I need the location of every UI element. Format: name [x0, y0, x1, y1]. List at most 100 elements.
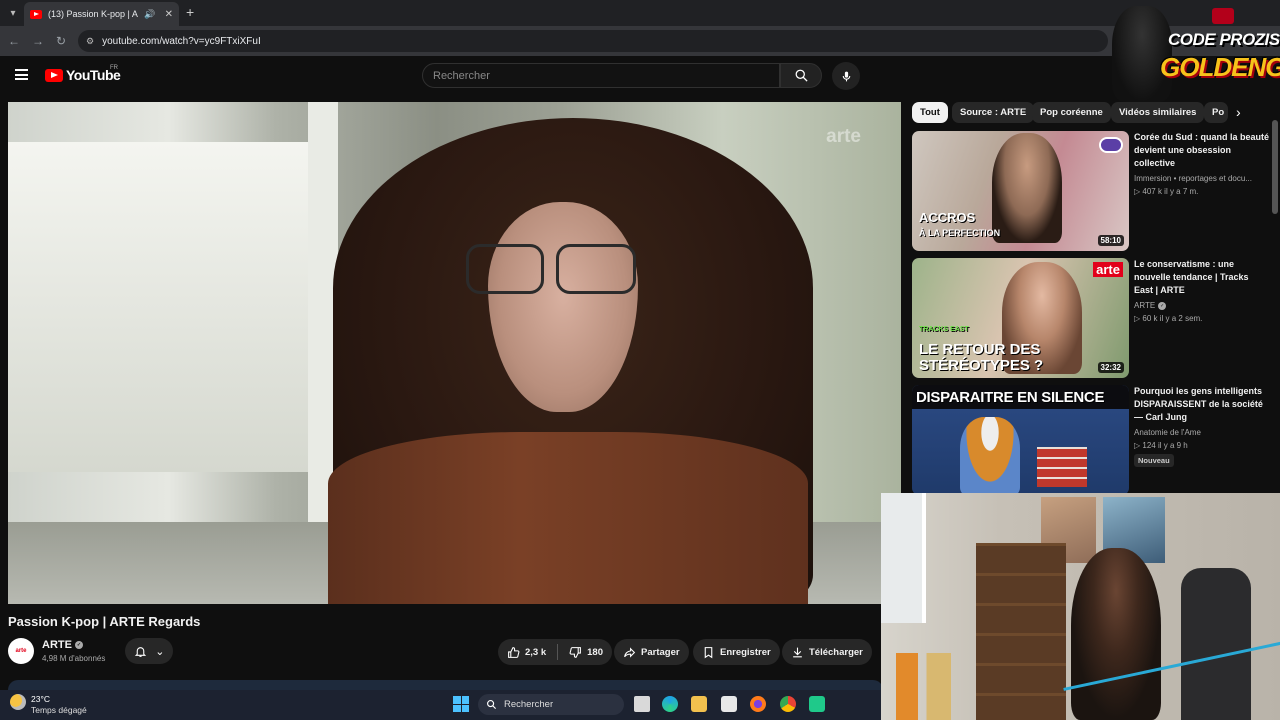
- chevron-right-icon[interactable]: ›: [1236, 104, 1241, 120]
- address-bar-row: ← → ↻ ⚙ youtube.com/watch?v=yc9FTxiXFuI: [0, 26, 1280, 56]
- recommendation-title[interactable]: Le conservatisme : une nouvelle tendance…: [1134, 258, 1269, 297]
- close-tab-icon[interactable]: ✕: [165, 9, 173, 20]
- recommendation-title[interactable]: Corée du Sud : quand la beauté devient u…: [1134, 131, 1269, 170]
- share-label: Partager: [641, 646, 680, 658]
- windows-taskbar: [0, 690, 881, 720]
- save-icon: [704, 646, 713, 658]
- webcam-chair: [1181, 568, 1251, 720]
- webcam-shelf: [976, 543, 1066, 720]
- toggle-icon: [1099, 137, 1123, 153]
- download-label: Télécharger: [809, 646, 863, 658]
- url-field[interactable]: ⚙ youtube.com/watch?v=yc9FTxiXFuI: [78, 30, 1108, 52]
- logo-line1: CODE PROZIS: [1168, 30, 1280, 49]
- logo-crown: [1212, 8, 1234, 24]
- chip-kpop[interactable]: Pop coréenne: [1032, 102, 1111, 123]
- thumbnail-bricks: [1037, 447, 1087, 487]
- chip-similar-videos[interactable]: Vidéos similaires: [1111, 102, 1205, 123]
- recommendation-channel: Anatomie de l'Ame: [1134, 428, 1201, 437]
- new-badge: Nouveau: [1134, 454, 1174, 467]
- weather-temperature[interactable]: 23°C: [31, 694, 50, 704]
- search-placeholder: Rechercher: [433, 69, 490, 82]
- weather-description[interactable]: Temps dégagé: [31, 705, 87, 715]
- taskbar-search[interactable]: Rechercher: [478, 694, 624, 715]
- thumbnail-text: ACCROS: [919, 210, 976, 225]
- chip-truncated[interactable]: Po: [1204, 102, 1228, 123]
- chip-source-arte[interactable]: Source : ARTE: [952, 102, 1035, 123]
- webcam-streamer: [1071, 548, 1161, 720]
- verified-icon: ✓: [1158, 301, 1167, 310]
- site-info-icon[interactable]: ⚙: [86, 36, 94, 47]
- recommendation-stats: ▷ 60 k il y a 2 sem.: [1134, 314, 1203, 323]
- video-person-glasses-right: [556, 244, 636, 294]
- thumbnail-skeleton: [960, 417, 1020, 495]
- search-button[interactable]: [780, 63, 822, 88]
- scrollbar[interactable]: [1272, 120, 1278, 214]
- filter-chips: Tout Source : ARTE Pop coréenne Vidéos s…: [912, 102, 1252, 124]
- windows-start-icon[interactable]: [453, 696, 469, 712]
- bell-icon: [134, 646, 146, 657]
- firefox-icon[interactable]: [750, 696, 766, 712]
- recommendation-item[interactable]: ACCROS À LA PERFECTION 58:10 Corée du Su…: [912, 131, 1272, 251]
- dislike-button[interactable]: 180: [569, 646, 603, 659]
- channel-name-text: ARTE: [42, 639, 72, 651]
- recommendation-item[interactable]: DISPARAITRE EN SILENCE Pourquoi les gens…: [912, 385, 1272, 495]
- video-person-sweater: [328, 432, 808, 604]
- edge-icon[interactable]: [662, 696, 678, 712]
- task-view-icon[interactable]: [634, 696, 650, 712]
- speaker-icon[interactable]: 🔊: [144, 9, 155, 20]
- voice-search-button[interactable]: [832, 62, 860, 90]
- chrome-icon[interactable]: [780, 696, 796, 712]
- share-icon: [624, 646, 636, 658]
- new-tab-button[interactable]: +: [186, 4, 194, 20]
- youtube-play-icon: [45, 68, 63, 82]
- video-title: Passion K-pop | ARTE Regards: [8, 614, 201, 629]
- recommendation-thumbnail[interactable]: arte TRACKS EAST LE RETOUR DES STÉRÉOTYP…: [912, 258, 1129, 378]
- chip-all[interactable]: Tout: [912, 102, 948, 123]
- recommendation-channel: ARTE ✓: [1134, 301, 1167, 310]
- search-icon: [795, 69, 808, 82]
- video-duration: 58:10: [1097, 235, 1124, 246]
- video-player[interactable]: arte arte: [8, 102, 901, 604]
- arte-watermark: arte: [826, 126, 861, 147]
- recommendation-thumbnail[interactable]: ACCROS À LA PERFECTION 58:10: [912, 131, 1129, 251]
- like-button[interactable]: 2,3 k: [507, 646, 546, 659]
- like-count: 2,3 k: [525, 646, 547, 658]
- webcam-window: [881, 493, 926, 623]
- logo-line2: GOLDENG: [1160, 52, 1280, 82]
- notifications-button[interactable]: ⌄: [125, 638, 173, 664]
- mic-icon: [842, 71, 850, 81]
- save-button[interactable]: Enregistrer: [693, 639, 780, 665]
- weather-icon[interactable]: [10, 694, 26, 710]
- dislike-icon: [569, 646, 582, 658]
- recommendation-channel: Immersion • reportages et docu...: [1134, 174, 1252, 183]
- channel-avatar[interactable]: arte: [8, 638, 34, 664]
- streamer-logo: CODE PROZIS GOLDENG: [1112, 4, 1280, 102]
- browser-tab[interactable]: (13) Passion K-pop | ARTE R 🔊 ✕: [24, 2, 179, 26]
- video-scene-window: [8, 142, 308, 472]
- recommendation-item[interactable]: arte TRACKS EAST LE RETOUR DES STÉRÉOTYP…: [912, 258, 1272, 378]
- file-explorer-icon[interactable]: [691, 696, 707, 712]
- store-icon[interactable]: [721, 696, 737, 712]
- forward-icon[interactable]: →: [32, 34, 44, 48]
- back-icon[interactable]: ←: [8, 34, 20, 48]
- search-icon: [487, 700, 497, 710]
- taskbar-search-label: Rechercher: [504, 699, 554, 710]
- download-button[interactable]: Télécharger: [782, 639, 872, 665]
- recommendation-channel-name: ARTE: [1134, 301, 1156, 310]
- tab-search-icon[interactable]: ▾: [4, 4, 22, 22]
- recommendation-title[interactable]: Pourquoi les gens intelligents DISPARAIS…: [1134, 385, 1269, 424]
- save-label: Enregistrer: [720, 646, 771, 658]
- thumbnail-text: DISPARAITRE EN SILENCE: [916, 389, 1105, 406]
- recommendation-thumbnail[interactable]: DISPARAITRE EN SILENCE: [912, 385, 1129, 495]
- search-input[interactable]: Rechercher: [422, 63, 780, 88]
- menu-icon[interactable]: [15, 69, 28, 80]
- reload-icon[interactable]: ↻: [56, 34, 66, 48]
- like-dislike-group: 2,3 k 180: [498, 639, 612, 665]
- chevron-down-icon: ⌄: [155, 645, 165, 658]
- browser-tab-bar: ▾ (13) Passion K-pop | ARTE R 🔊 ✕ +: [0, 0, 1280, 26]
- app-icon[interactable]: [809, 696, 825, 712]
- thumbnail-person: [992, 133, 1062, 243]
- share-button[interactable]: Partager: [614, 639, 689, 665]
- download-icon: [793, 647, 802, 657]
- channel-name[interactable]: ARTE ✓: [42, 639, 83, 651]
